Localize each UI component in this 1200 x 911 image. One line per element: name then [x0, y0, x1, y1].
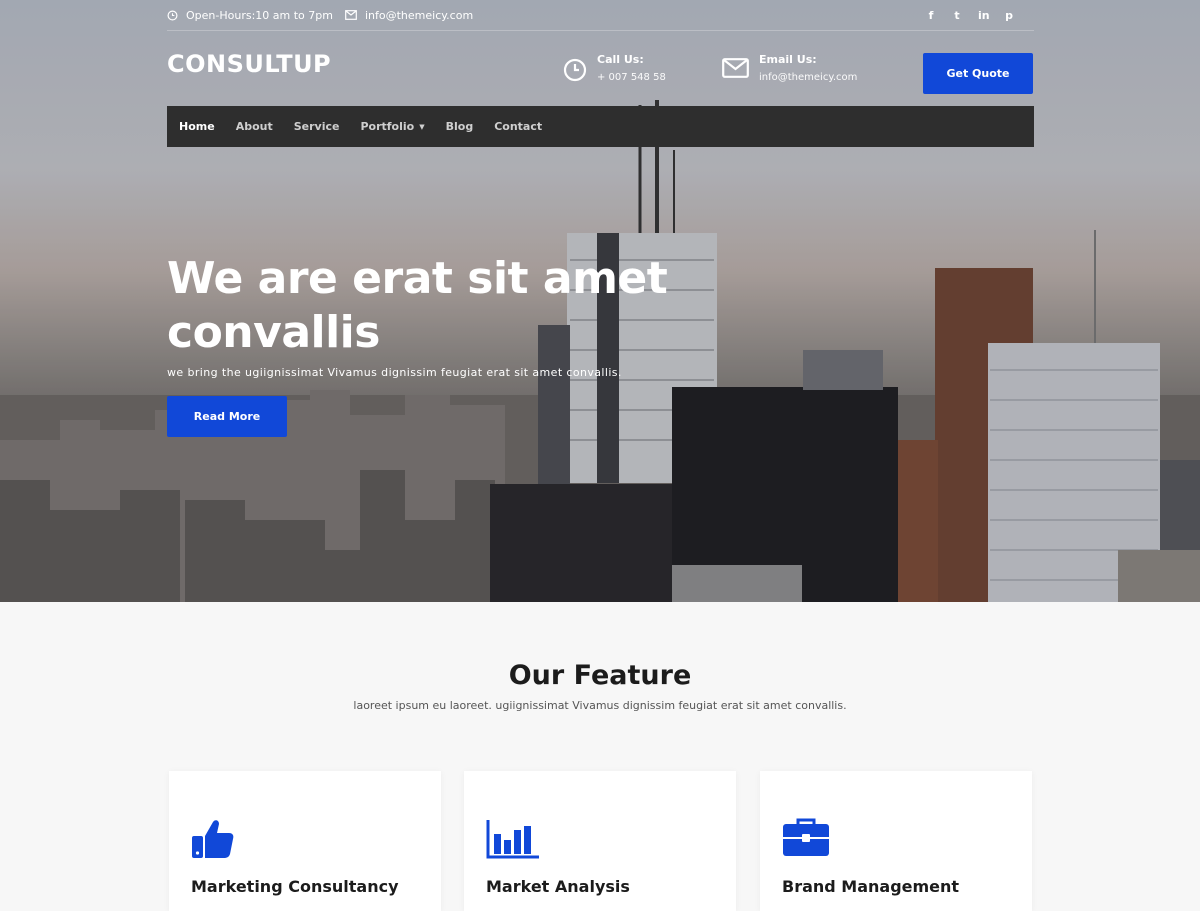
nav-item-label: Portfolio — [360, 120, 415, 133]
nav-item-label: About — [235, 120, 273, 133]
nav-item-label: Home — [179, 120, 215, 133]
briefcase-icon — [783, 818, 829, 856]
top-email[interactable]: info@themeicy.com — [345, 9, 473, 22]
feature-card-brand-management[interactable]: Brand Management — [760, 771, 1032, 911]
clock-icon — [563, 58, 587, 82]
nav-item-label: Contact — [494, 120, 543, 133]
hero-section: Open-Hours:10 am to 7pm info@themeicy.co… — [0, 0, 1200, 602]
thumbs-up-icon — [192, 820, 234, 858]
envelope-icon — [345, 10, 357, 20]
nav-item-contact[interactable]: Contact — [494, 120, 542, 133]
pinterest-icon[interactable]: p — [1004, 9, 1014, 22]
feature-card-title: Brand Management — [782, 877, 960, 896]
linkedin-icon[interactable]: in — [978, 9, 990, 22]
call-us-block: Call Us: + 007 548 58 — [563, 52, 666, 88]
bar-chart-icon — [486, 820, 539, 859]
features-title: Our Feature — [508, 660, 692, 691]
nav-item-about[interactable]: About — [236, 120, 273, 133]
call-us-number[interactable]: + 007 548 58 — [597, 68, 666, 88]
email-us-address[interactable]: info@themeicy.com — [759, 68, 857, 88]
nav-item-label: Blog — [445, 120, 474, 133]
main-navigation: Home About Service Portfolio ▼ Blog Conta… — [167, 106, 1034, 147]
nav-item-blog[interactable]: Blog — [446, 120, 474, 133]
opening-hours-text: Open-Hours:10 am to 7pm — [186, 8, 333, 22]
hero-title: We are erat sit amet convallis — [167, 252, 727, 360]
features-subtitle: laoreet ipsum eu laoreet. ugiignissimat … — [353, 699, 847, 712]
nav-item-service[interactable]: Service — [294, 120, 340, 133]
read-more-button[interactable]: Read More — [167, 396, 287, 437]
envelope-icon — [722, 58, 749, 78]
hero-title-line-2: convallis — [167, 307, 380, 358]
facebook-icon[interactable]: f — [926, 9, 936, 22]
hero-title-line-1: We are erat sit amet — [167, 253, 668, 304]
top-email-text: info@themeicy.com — [364, 8, 474, 22]
hero-subtitle: we bring the ugiignissimat Vivamus digni… — [167, 366, 622, 379]
twitter-icon[interactable]: t — [952, 9, 962, 22]
opening-hours: Open-Hours:10 am to 7pm — [167, 9, 333, 22]
get-quote-button[interactable]: Get Quote — [923, 53, 1033, 94]
feature-card-marketing[interactable]: Marketing Consultancy — [169, 771, 441, 911]
nav-item-portfolio[interactable]: Portfolio ▼ — [360, 120, 424, 133]
email-us-title: Email Us: — [759, 53, 817, 66]
nav-item-label: Service — [293, 120, 340, 133]
email-us-block: Email Us: info@themeicy.com — [722, 52, 857, 88]
features-section: Our Feature laoreet ipsum eu laoreet. ug… — [0, 602, 1200, 911]
nav-item-home[interactable]: Home — [179, 120, 215, 133]
call-us-title: Call Us: — [597, 53, 644, 66]
social-links: f t in p — [926, 9, 1034, 22]
feature-card-title: Marketing Consultancy — [191, 877, 399, 896]
caret-down-icon: ▼ — [419, 122, 425, 131]
feature-card-title: Market Analysis — [486, 877, 630, 896]
top-bar: Open-Hours:10 am to 7pm info@themeicy.co… — [167, 0, 1034, 31]
clock-icon — [167, 10, 178, 20]
feature-card-market-analysis[interactable]: Market Analysis — [464, 771, 736, 911]
site-logo[interactable]: CONSULTUP — [167, 50, 331, 78]
